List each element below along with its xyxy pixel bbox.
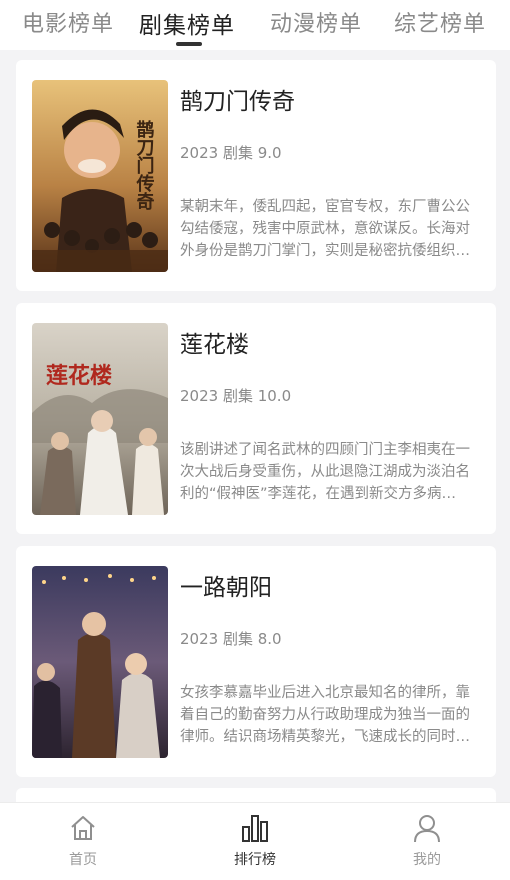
item-meta: 2023 剧集 9.0 bbox=[180, 144, 282, 162]
nav-profile[interactable]: 我的 bbox=[382, 813, 472, 869]
home-icon bbox=[71, 816, 95, 840]
item-meta: 2023 剧集 10.0 bbox=[180, 387, 292, 405]
poster-title-text: 鹊刀门传奇 bbox=[134, 119, 156, 211]
category-tabs: 电影榜单 剧集榜单 动漫榜单 综艺榜单 bbox=[0, 0, 510, 50]
bottom-navigation: 首页 排行榜 我的 bbox=[0, 802, 510, 880]
nav-profile-label: 我的 bbox=[413, 852, 441, 868]
bar-chart-icon bbox=[242, 815, 268, 842]
tab-anime-ranking[interactable]: 动漫榜单 bbox=[270, 6, 362, 38]
list-item[interactable]: 鹊刀门传奇 鹊刀门传奇 2023 剧集 9.0 某朝末年，倭乱四起，宦官专权，东… bbox=[16, 60, 496, 291]
item-description: 该剧讲述了闻名武林的四顾门门主李相夷在一次大战后身受重伤，从此退隐江湖成为淡泊名… bbox=[180, 442, 470, 502]
tab-variety-ranking[interactable]: 综艺榜单 bbox=[394, 6, 486, 38]
poster-image: 鹊刀门传奇 bbox=[32, 80, 168, 272]
item-meta: 2023 剧集 8.0 bbox=[180, 630, 282, 648]
item-title[interactable]: 鹊刀门传奇 bbox=[180, 82, 295, 116]
tab-movie-ranking[interactable]: 电影榜单 bbox=[22, 6, 114, 38]
list-item-partial[interactable] bbox=[16, 788, 496, 802]
user-icon bbox=[414, 815, 440, 843]
list-item[interactable]: 莲花楼 莲花楼 2023 剧集 10.0 该剧讲述了闻名武林的四顾门门主李相夷在… bbox=[16, 303, 496, 534]
nav-home[interactable]: 首页 bbox=[38, 813, 128, 869]
nav-home-label: 首页 bbox=[69, 852, 97, 868]
item-title[interactable]: 莲花楼 bbox=[180, 325, 249, 359]
list-item[interactable]: 一路朝阳 2023 剧集 8.0 女孩李慕嘉毕业后进入北京最知名的律所，靠着自己… bbox=[16, 546, 496, 777]
tab-series-ranking[interactable]: 剧集榜单 bbox=[139, 6, 235, 40]
poster-title-text: 莲花楼 bbox=[46, 363, 112, 389]
item-title[interactable]: 一路朝阳 bbox=[180, 568, 272, 602]
item-description: 某朝末年，倭乱四起，宦官专权，东厂曹公公勾结倭寇，残害中原武林，意欲谋反。长海对… bbox=[180, 199, 470, 259]
poster-image bbox=[32, 566, 168, 758]
app-screen: 电影榜单 剧集榜单 动漫榜单 综艺榜单 鹊刀门传奇 鹊刀门传奇 2023 剧集 … bbox=[0, 0, 510, 880]
active-tab-indicator bbox=[176, 42, 202, 46]
nav-ranking[interactable]: 排行榜 bbox=[210, 813, 300, 869]
ranking-list[interactable]: 鹊刀门传奇 鹊刀门传奇 2023 剧集 9.0 某朝末年，倭乱四起，宦官专权，东… bbox=[0, 50, 510, 802]
nav-ranking-label: 排行榜 bbox=[234, 852, 276, 868]
item-description: 女孩李慕嘉毕业后进入北京最知名的律所，靠着自己的勤奋努力从行政助理成为独当一面的… bbox=[180, 685, 470, 745]
poster-image: 莲花楼 bbox=[32, 323, 168, 515]
